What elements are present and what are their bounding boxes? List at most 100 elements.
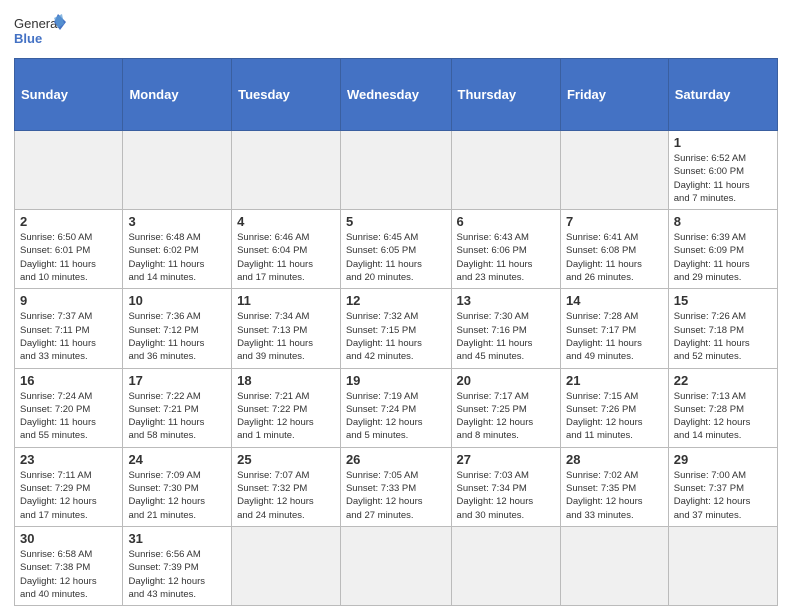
day-number: 6 <box>457 214 555 229</box>
calendar-cell: 1Sunrise: 6:52 AM Sunset: 6:00 PM Daylig… <box>668 131 777 210</box>
day-number: 19 <box>346 373 446 388</box>
day-info: Sunrise: 7:11 AM Sunset: 7:29 PM Dayligh… <box>20 469 117 522</box>
day-info: Sunrise: 6:45 AM Sunset: 6:05 PM Dayligh… <box>346 231 446 284</box>
weekday-header-row: SundayMondayTuesdayWednesdayThursdayFrid… <box>15 59 778 131</box>
calendar-cell: 3Sunrise: 6:48 AM Sunset: 6:02 PM Daylig… <box>123 210 232 289</box>
weekday-header-wednesday: Wednesday <box>340 59 451 131</box>
calendar-cell: 5 Sunrise: 6:45 AM Sunset: 6:05 PM Daylig… <box>340 210 451 289</box>
day-info: Sunrise: 7:37 AM Sunset: 7:11 PM Dayligh… <box>20 310 117 363</box>
day-number: 26 <box>346 452 446 467</box>
day-number: 4 <box>237 214 335 229</box>
day-number: 11 <box>237 293 335 308</box>
weekday-header-saturday: Saturday <box>668 59 777 131</box>
svg-text:Blue: Blue <box>14 31 42 46</box>
day-number: 30 <box>20 531 117 546</box>
day-number: 12 <box>346 293 446 308</box>
svg-text:General: General <box>14 16 60 31</box>
day-number: 24 <box>128 452 226 467</box>
weekday-header-sunday: Sunday <box>15 59 123 131</box>
day-number: 5 <box>346 214 446 229</box>
day-number: 23 <box>20 452 117 467</box>
calendar-cell: 31 Sunrise: 6:56 AM Sunset: 7:39 PM Dayli… <box>123 526 232 605</box>
day-info: Sunrise: 7:17 AM Sunset: 7:25 PM Dayligh… <box>457 390 555 443</box>
day-info: Sunrise: 6:56 AM Sunset: 7:39 PM Dayligh… <box>128 548 226 601</box>
day-info: Sunrise: 6:41 AM Sunset: 6:08 PM Dayligh… <box>566 231 663 284</box>
logo: General Blue <box>14 10 66 52</box>
calendar-cell: 30Sunrise: 6:58 AM Sunset: 7:38 PM Dayli… <box>15 526 123 605</box>
calendar-cell <box>668 526 777 605</box>
calendar-cell: 6 Sunrise: 6:43 AM Sunset: 6:06 PM Daylig… <box>451 210 560 289</box>
calendar-cell: 15Sunrise: 7:26 AM Sunset: 7:18 PM Dayli… <box>668 289 777 368</box>
day-info: Sunrise: 7:05 AM Sunset: 7:33 PM Dayligh… <box>346 469 446 522</box>
week-row-1: 2 Sunrise: 6:50 AM Sunset: 6:01 PM Daylig… <box>15 210 778 289</box>
calendar-cell <box>123 131 232 210</box>
calendar-cell: 4 Sunrise: 6:46 AM Sunset: 6:04 PM Daylig… <box>232 210 341 289</box>
calendar-cell: 23 Sunrise: 7:11 AM Sunset: 7:29 PM Dayli… <box>15 447 123 526</box>
calendar-cell: 27Sunrise: 7:03 AM Sunset: 7:34 PM Dayli… <box>451 447 560 526</box>
day-number: 16 <box>20 373 117 388</box>
day-number: 31 <box>128 531 226 546</box>
day-number: 29 <box>674 452 772 467</box>
day-number: 21 <box>566 373 663 388</box>
day-info: Sunrise: 6:50 AM Sunset: 6:01 PM Dayligh… <box>20 231 117 284</box>
day-number: 2 <box>20 214 117 229</box>
generalblue-logo-icon: General Blue <box>14 10 66 52</box>
day-info: Sunrise: 7:07 AM Sunset: 7:32 PM Dayligh… <box>237 469 335 522</box>
weekday-header-monday: Monday <box>123 59 232 131</box>
day-info: Sunrise: 7:02 AM Sunset: 7:35 PM Dayligh… <box>566 469 663 522</box>
day-info: Sunrise: 7:13 AM Sunset: 7:28 PM Dayligh… <box>674 390 772 443</box>
day-number: 7 <box>566 214 663 229</box>
calendar-cell: 22 Sunrise: 7:13 AM Sunset: 7:28 PM Dayli… <box>668 368 777 447</box>
day-info: Sunrise: 7:03 AM Sunset: 7:34 PM Dayligh… <box>457 469 555 522</box>
week-row-2: 9 Sunrise: 7:37 AM Sunset: 7:11 PM Daylig… <box>15 289 778 368</box>
day-info: Sunrise: 7:26 AM Sunset: 7:18 PM Dayligh… <box>674 310 772 363</box>
day-info: Sunrise: 7:36 AM Sunset: 7:12 PM Dayligh… <box>128 310 226 363</box>
weekday-header-friday: Friday <box>560 59 668 131</box>
calendar-cell: 16Sunrise: 7:24 AM Sunset: 7:20 PM Dayli… <box>15 368 123 447</box>
day-info: Sunrise: 7:22 AM Sunset: 7:21 PM Dayligh… <box>128 390 226 443</box>
calendar-cell <box>560 526 668 605</box>
week-row-5: 30Sunrise: 6:58 AM Sunset: 7:38 PM Dayli… <box>15 526 778 605</box>
day-number: 3 <box>128 214 226 229</box>
calendar-cell: 7 Sunrise: 6:41 AM Sunset: 6:08 PM Daylig… <box>560 210 668 289</box>
calendar-cell: 11 Sunrise: 7:34 AM Sunset: 7:13 PM Dayli… <box>232 289 341 368</box>
calendar-cell: 21 Sunrise: 7:15 AM Sunset: 7:26 PM Dayli… <box>560 368 668 447</box>
calendar-cell: 19Sunrise: 7:19 AM Sunset: 7:24 PM Dayli… <box>340 368 451 447</box>
calendar-cell: 17 Sunrise: 7:22 AM Sunset: 7:21 PM Dayli… <box>123 368 232 447</box>
calendar-table: SundayMondayTuesdayWednesdayThursdayFrid… <box>14 58 778 606</box>
calendar-cell: 13Sunrise: 7:30 AM Sunset: 7:16 PM Dayli… <box>451 289 560 368</box>
calendar-cell: 10Sunrise: 7:36 AM Sunset: 7:12 PM Dayli… <box>123 289 232 368</box>
day-number: 25 <box>237 452 335 467</box>
calendar-cell <box>451 131 560 210</box>
calendar-cell: 12Sunrise: 7:32 AM Sunset: 7:15 PM Dayli… <box>340 289 451 368</box>
calendar-cell <box>560 131 668 210</box>
calendar-cell: 20Sunrise: 7:17 AM Sunset: 7:25 PM Dayli… <box>451 368 560 447</box>
day-info: Sunrise: 6:43 AM Sunset: 6:06 PM Dayligh… <box>457 231 555 284</box>
weekday-header-thursday: Thursday <box>451 59 560 131</box>
week-row-3: 16Sunrise: 7:24 AM Sunset: 7:20 PM Dayli… <box>15 368 778 447</box>
header: General Blue <box>14 10 778 52</box>
calendar-cell: 26 Sunrise: 7:05 AM Sunset: 7:33 PM Dayli… <box>340 447 451 526</box>
calendar-cell <box>232 526 341 605</box>
day-info: Sunrise: 7:21 AM Sunset: 7:22 PM Dayligh… <box>237 390 335 443</box>
day-info: Sunrise: 6:46 AM Sunset: 6:04 PM Dayligh… <box>237 231 335 284</box>
day-number: 22 <box>674 373 772 388</box>
calendar-cell: 25 Sunrise: 7:07 AM Sunset: 7:32 PM Dayli… <box>232 447 341 526</box>
day-info: Sunrise: 7:15 AM Sunset: 7:26 PM Dayligh… <box>566 390 663 443</box>
day-number: 9 <box>20 293 117 308</box>
calendar-cell <box>340 526 451 605</box>
calendar-cell: 2 Sunrise: 6:50 AM Sunset: 6:01 PM Daylig… <box>15 210 123 289</box>
calendar-cell <box>232 131 341 210</box>
day-info: Sunrise: 7:34 AM Sunset: 7:13 PM Dayligh… <box>237 310 335 363</box>
calendar-cell <box>451 526 560 605</box>
day-info: Sunrise: 7:09 AM Sunset: 7:30 PM Dayligh… <box>128 469 226 522</box>
week-row-4: 23 Sunrise: 7:11 AM Sunset: 7:29 PM Dayli… <box>15 447 778 526</box>
day-number: 17 <box>128 373 226 388</box>
calendar-cell: 8Sunrise: 6:39 AM Sunset: 6:09 PM Daylig… <box>668 210 777 289</box>
calendar-cell: 9 Sunrise: 7:37 AM Sunset: 7:11 PM Daylig… <box>15 289 123 368</box>
week-row-0: 1Sunrise: 6:52 AM Sunset: 6:00 PM Daylig… <box>15 131 778 210</box>
day-number: 8 <box>674 214 772 229</box>
day-info: Sunrise: 7:28 AM Sunset: 7:17 PM Dayligh… <box>566 310 663 363</box>
calendar-cell: 29Sunrise: 7:00 AM Sunset: 7:37 PM Dayli… <box>668 447 777 526</box>
day-info: Sunrise: 6:52 AM Sunset: 6:00 PM Dayligh… <box>674 152 772 205</box>
